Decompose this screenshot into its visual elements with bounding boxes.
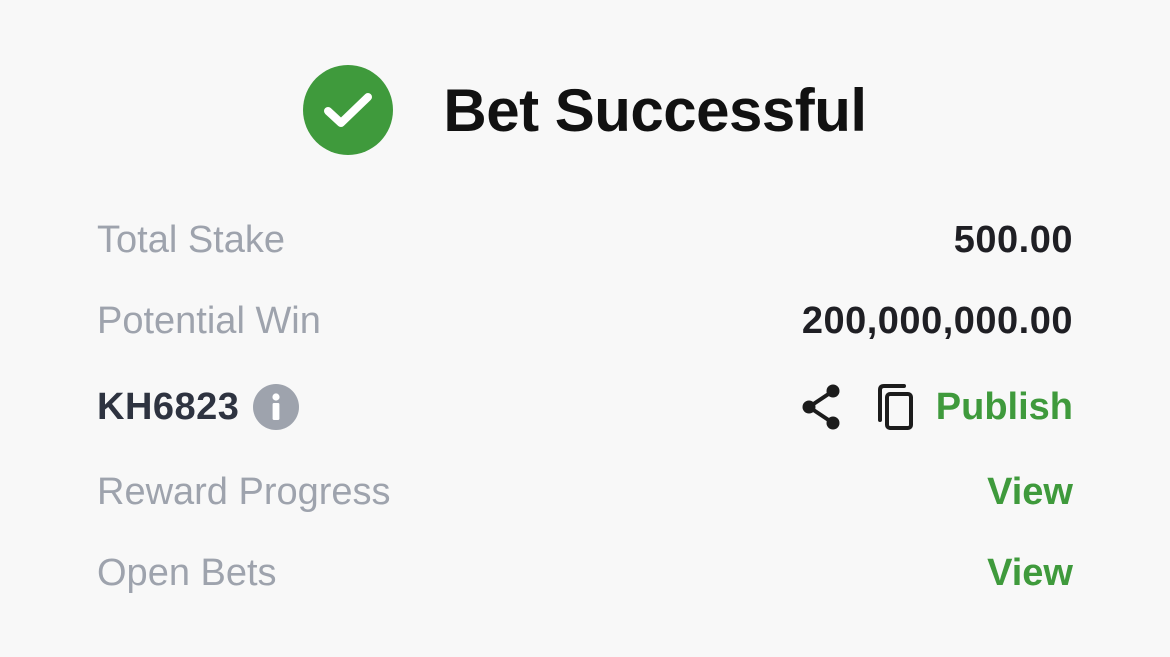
open-bets-row: Open Bets View (97, 545, 1073, 601)
potential-win-label: Potential Win (97, 299, 321, 342)
confirmation-header: Bet Successful (0, 64, 1170, 156)
bet-confirmation-panel: Bet Successful Total Stake 500.00 Potent… (0, 0, 1170, 657)
publish-button[interactable]: Publish (936, 386, 1073, 429)
booking-code-row: KH6823 Publish (97, 379, 1073, 435)
info-icon[interactable] (253, 384, 300, 430)
reward-progress-row: Reward Progress View (97, 464, 1073, 520)
reward-progress-label: Reward Progress (97, 470, 391, 513)
potential-win-value: 200,000,000.00 (801, 299, 1073, 342)
booking-code: KH6823 (97, 385, 240, 428)
potential-win-row: Potential Win 200,000,000.00 (97, 293, 1073, 349)
page-title: Bet Successful (443, 76, 867, 144)
booking-code-group: KH6823 (97, 384, 300, 430)
share-icon[interactable] (798, 382, 844, 432)
total-stake-value: 500.00 (953, 218, 1073, 261)
total-stake-label: Total Stake (97, 218, 285, 261)
total-stake-row: Total Stake 500.00 (97, 212, 1073, 268)
check-circle-icon (303, 65, 394, 155)
open-bets-label: Open Bets (97, 551, 277, 594)
booking-actions: Publish (798, 382, 1073, 432)
open-bets-view-link[interactable]: View (987, 552, 1073, 595)
reward-progress-view-link[interactable]: View (987, 471, 1073, 514)
copy-icon[interactable] (872, 382, 918, 432)
